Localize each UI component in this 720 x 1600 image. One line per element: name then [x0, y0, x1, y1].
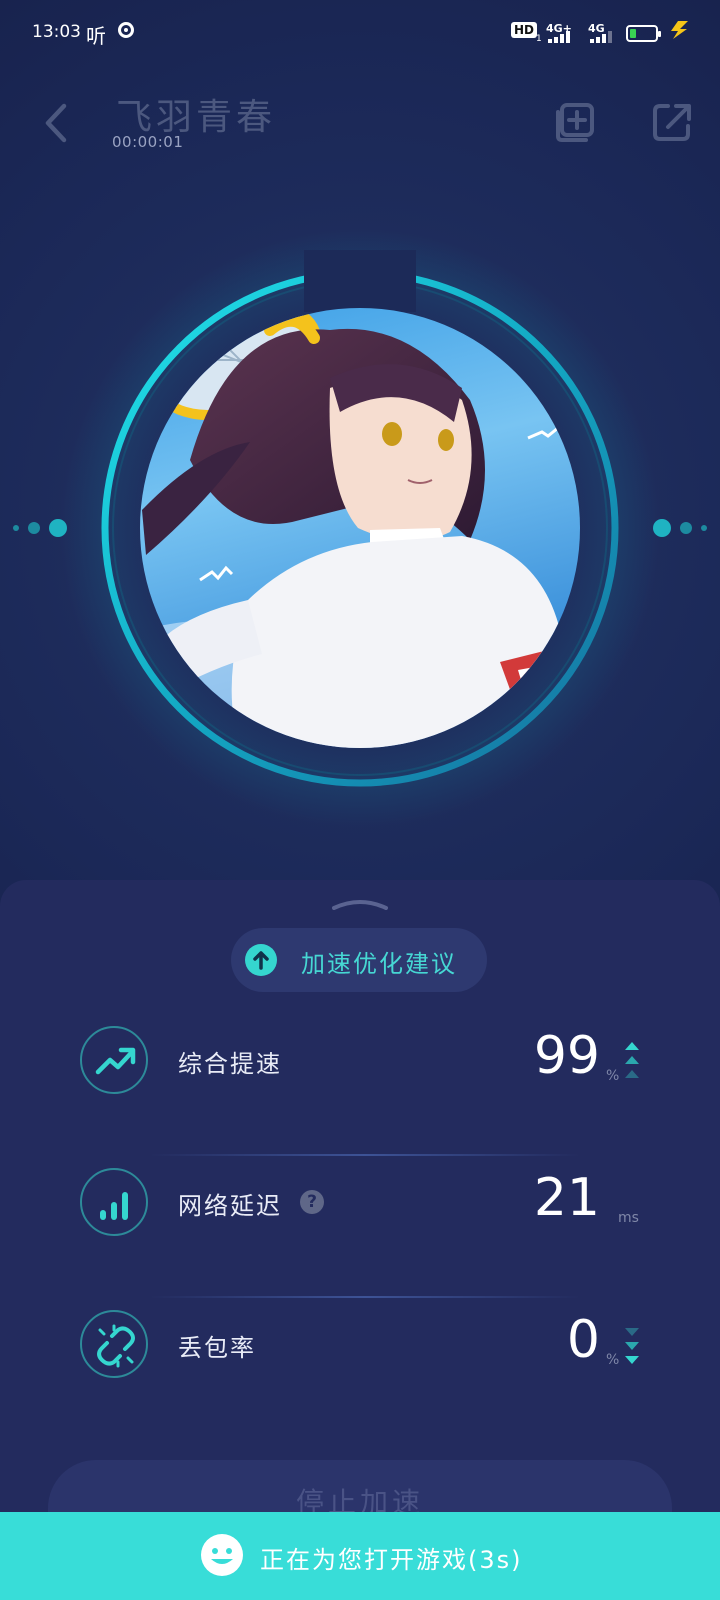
charging-icon [671, 21, 688, 39]
stat-row-packet-loss: 丢包率 0 % [0, 1296, 720, 1396]
stat-unit: % [606, 1352, 620, 1368]
stat-unit: ms [618, 1210, 639, 1226]
optimization-tips-button[interactable]: 加速优化建议 [231, 928, 487, 992]
help-icon[interactable]: ? [300, 1190, 324, 1214]
panel-handle-icon[interactable] [330, 898, 390, 910]
boost-stats-panel[interactable]: 加速优化建议 综合提速 99 % 网络延迟 ? 21 ms 丢包率 0 % 停止… [0, 880, 720, 1600]
stat-value: 21 [533, 1168, 600, 1228]
optimization-tips-label: 加速优化建议 [301, 950, 457, 978]
ring-gap [304, 250, 416, 312]
arrow-up-circle-icon [245, 944, 277, 976]
launching-game-banner[interactable]: 正在为您打开游戏(3s) [0, 1512, 720, 1600]
broken-link-icon [80, 1310, 148, 1378]
stat-row-latency: 网络延迟 ? 21 ms [0, 1154, 720, 1254]
stat-label: 综合提速 [178, 1050, 282, 1078]
launching-game-label: 正在为您打开游戏(3s) [260, 1546, 523, 1574]
add-shortcut-icon[interactable] [554, 100, 598, 144]
hd-badge: HD [511, 22, 538, 38]
trend-up-icon [625, 1042, 639, 1078]
stat-label: 丢包率 [178, 1334, 256, 1362]
game-cover-area [0, 210, 720, 850]
status-time: 13:03 [32, 22, 81, 42]
right-indicator-dots [653, 519, 707, 537]
smile-icon [201, 1534, 243, 1576]
listen-app-glyph: 听 [86, 24, 106, 48]
battery-icon [626, 25, 661, 42]
stat-value: 0 [566, 1310, 600, 1370]
target-icon [118, 22, 134, 38]
signal-bars-icon [80, 1168, 148, 1236]
trending-up-icon [80, 1026, 148, 1094]
back-icon[interactable] [36, 98, 80, 148]
signal-icon-1 [548, 31, 576, 43]
left-indicator-dots [13, 519, 67, 537]
trend-down-icon [625, 1328, 639, 1364]
boost-timer: 00:00:01 [112, 133, 184, 151]
status-bar: 13:03 听 HD 1 4G+ 4G [0, 0, 720, 64]
battery-fill [630, 29, 636, 38]
hd-sub: 1 [536, 34, 542, 44]
share-icon[interactable] [650, 100, 694, 144]
stat-value: 99 [533, 1026, 600, 1086]
stat-unit: % [606, 1068, 620, 1084]
stat-row-speed-boost: 综合提速 99 % [0, 1012, 720, 1112]
stat-label: 网络延迟 [178, 1192, 282, 1220]
signal-icon-2 [590, 31, 618, 43]
